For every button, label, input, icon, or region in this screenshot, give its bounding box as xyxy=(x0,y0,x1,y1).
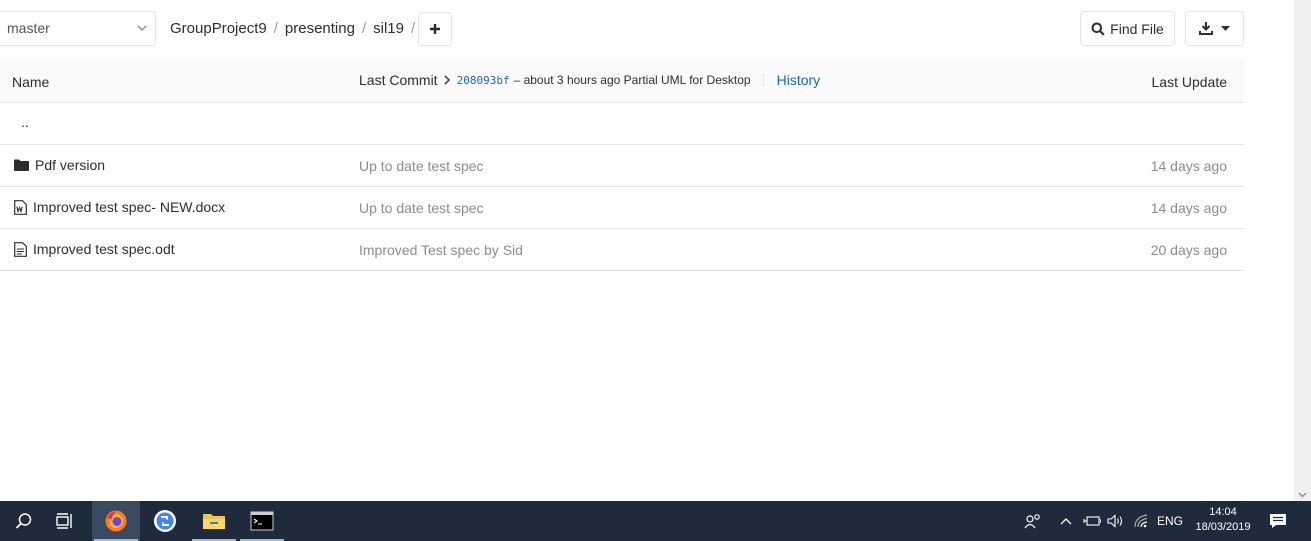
parent-directory-row[interactable]: .. xyxy=(0,103,1244,145)
commit-sha-link[interactable]: 208093bf xyxy=(457,74,510,87)
table-row[interactable]: Improved test spec- NEW.docx Up to date … xyxy=(0,187,1244,229)
chevron-down-icon xyxy=(137,25,147,31)
people-button[interactable] xyxy=(1024,501,1042,541)
battery-charging-icon xyxy=(1083,516,1101,526)
divider xyxy=(762,73,764,87)
download-icon xyxy=(1199,22,1213,35)
add-file-button[interactable] xyxy=(418,12,452,46)
breadcrumb-item-sil19[interactable]: sil19 xyxy=(373,20,404,37)
breadcrumb-separator: / xyxy=(410,20,416,37)
commit-message-link[interactable]: Up to date test spec xyxy=(359,200,484,216)
plus-icon xyxy=(430,24,440,34)
table-row[interactable]: Pdf version Up to date test spec 14 days… xyxy=(0,145,1244,187)
commit-message: – about 3 hours ago Partial UML for Desk… xyxy=(513,73,751,87)
breadcrumb-item-presenting[interactable]: presenting xyxy=(285,20,355,37)
task-view-icon xyxy=(56,513,72,529)
language-label: ENG xyxy=(1157,514,1184,528)
find-file-button[interactable]: Find File xyxy=(1080,11,1175,46)
firefox-icon xyxy=(105,510,127,532)
taskbar: ENG 14:04 18/03/2019 xyxy=(0,501,1311,541)
file-name-link[interactable]: Improved test spec- NEW.docx xyxy=(33,199,225,215)
commit-message-link[interactable]: Up to date test spec xyxy=(359,158,484,174)
breadcrumb-separator: / xyxy=(361,20,367,37)
scroll-down-arrow-icon[interactable] xyxy=(1298,492,1307,498)
clock-button[interactable]: 14:04 18/03/2019 xyxy=(1190,505,1256,535)
terminal-taskbar-button[interactable] xyxy=(238,501,286,541)
last-commit-label: Last Commit xyxy=(359,72,438,88)
action-center-button[interactable] xyxy=(1269,501,1287,541)
people-icon xyxy=(1024,514,1040,529)
word-file-icon xyxy=(14,199,27,215)
column-name: Name xyxy=(12,74,50,90)
last-update-time: 14 days ago xyxy=(1150,158,1227,174)
network-button[interactable] xyxy=(1133,501,1149,541)
chevron-up-icon xyxy=(1060,518,1072,525)
show-hidden-icons-button[interactable] xyxy=(1060,501,1072,541)
folder-icon xyxy=(203,514,225,529)
input-language-button[interactable]: ENG xyxy=(1157,501,1183,541)
vertical-scrollbar[interactable] xyxy=(1294,0,1311,501)
parent-directory-link[interactable]: .. xyxy=(21,114,29,130)
remote-desktop-icon xyxy=(154,510,176,532)
folder-icon xyxy=(14,159,29,171)
battery-button[interactable] xyxy=(1083,501,1101,541)
chevron-right-icon xyxy=(444,75,450,85)
task-view-button[interactable] xyxy=(41,501,89,541)
volume-icon xyxy=(1107,514,1123,528)
file-name-link[interactable]: Pdf version xyxy=(35,157,105,173)
wifi-icon xyxy=(1134,514,1148,528)
branch-label: master xyxy=(7,20,50,36)
download-button[interactable] xyxy=(1185,11,1244,46)
text-file-icon xyxy=(14,241,27,257)
history-link[interactable]: History xyxy=(777,72,821,88)
search-icon xyxy=(15,513,32,529)
branch-dropdown[interactable]: master xyxy=(0,11,156,46)
search-icon xyxy=(1091,22,1105,36)
file-table: Name Last Commit 208093bf – about 3 hour… xyxy=(0,59,1244,271)
commit-message-link[interactable]: Improved Test spec by Sid xyxy=(359,242,523,258)
column-last-update: Last Update xyxy=(1151,74,1228,90)
last-update-time: 20 days ago xyxy=(1150,242,1227,258)
clock-date: 18/03/2019 xyxy=(1195,521,1251,533)
clock-time: 14:04 xyxy=(1209,506,1237,518)
file-name-link[interactable]: Improved test spec.odt xyxy=(33,241,175,257)
breadcrumb-separator: / xyxy=(273,20,278,37)
notifications-icon xyxy=(1270,514,1286,528)
firefox-taskbar-button[interactable] xyxy=(92,501,140,541)
file-explorer-taskbar-button[interactable] xyxy=(190,501,238,541)
last-commit-info: Last Commit 208093bf – about 3 hours ago… xyxy=(359,72,820,88)
breadcrumb-item-project[interactable]: GroupProject9 xyxy=(170,20,267,37)
caret-down-icon xyxy=(1221,26,1230,31)
last-update-time: 14 days ago xyxy=(1150,200,1227,216)
table-header: Name Last Commit 208093bf – about 3 hour… xyxy=(0,59,1244,103)
volume-button[interactable] xyxy=(1107,501,1125,541)
table-row[interactable]: Improved test spec.odt Improved Test spe… xyxy=(0,229,1244,271)
terminal-icon xyxy=(250,511,274,531)
chrome-remote-taskbar-button[interactable] xyxy=(141,501,189,541)
breadcrumb: GroupProject9 / presenting / sil19 / xyxy=(170,20,422,37)
find-file-label: Find File xyxy=(1110,20,1164,37)
